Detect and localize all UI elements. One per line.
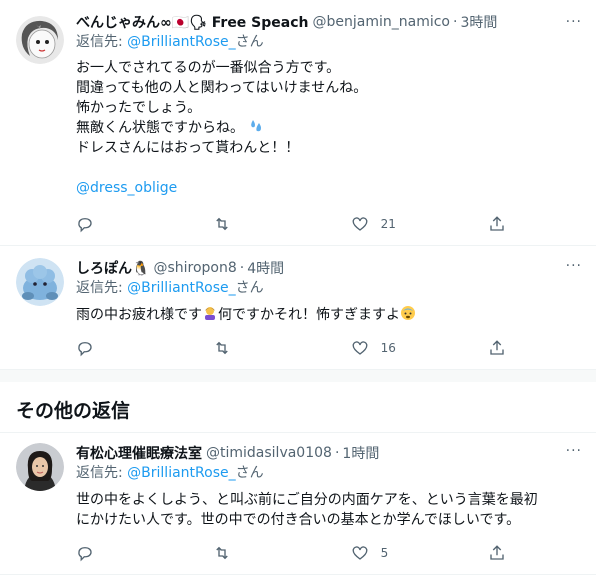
like-button[interactable]: 5 bbox=[351, 544, 441, 562]
timestamp[interactable]: 3時間 bbox=[460, 12, 497, 32]
tweet-text-line: 怖かったでしょう。 bbox=[76, 100, 202, 116]
divider bbox=[0, 245, 596, 246]
share-icon bbox=[490, 340, 504, 355]
share-button[interactable] bbox=[488, 215, 506, 233]
anxious-face-icon bbox=[401, 306, 415, 320]
reply-to-prefix: 返信先: bbox=[76, 34, 128, 50]
reply-icon bbox=[78, 547, 92, 562]
reply-to-line: 返信先: @BrilliantRose_さん bbox=[76, 278, 580, 298]
reply-to-prefix: 返信先: bbox=[76, 280, 128, 296]
heart-icon bbox=[352, 341, 368, 355]
like-button[interactable]: 21 bbox=[351, 215, 441, 233]
avatar[interactable] bbox=[16, 258, 64, 306]
retweet-icon bbox=[216, 217, 229, 231]
retweet-button[interactable] bbox=[213, 544, 303, 562]
reply-to-mention[interactable]: @BrilliantRose_ bbox=[127, 34, 235, 50]
like-count: 5 bbox=[380, 546, 389, 560]
tweet-actions: 5 bbox=[76, 544, 506, 562]
user-handle[interactable]: @benjamin_namico bbox=[313, 14, 450, 30]
reply-to-suffix: さん bbox=[235, 34, 264, 50]
section-gap bbox=[0, 370, 596, 382]
heart-icon bbox=[352, 546, 368, 560]
tweet-actions: 21 bbox=[76, 215, 506, 233]
avatar-illustration-icon bbox=[16, 258, 64, 306]
timestamp[interactable]: 1時間 bbox=[342, 443, 379, 463]
reply-button[interactable] bbox=[76, 215, 166, 233]
share-icon bbox=[490, 545, 504, 560]
section-title: その他の返信 bbox=[16, 400, 131, 422]
mention-link[interactable]: @dress_oblige bbox=[76, 178, 580, 198]
reply-to-mention[interactable]: @BrilliantRose_ bbox=[127, 280, 235, 296]
tweet-text-line: お一人でされてるのが一番似合う方です。 bbox=[76, 60, 341, 76]
tweet-actions: 16 bbox=[76, 339, 506, 357]
timestamp[interactable]: 4時間 bbox=[247, 258, 284, 278]
tweet-header: べんじゃみん∞🇯🇵🗣 Free Speach @benjamin_namico … bbox=[76, 12, 580, 32]
reply-to-prefix: 返信先: bbox=[76, 465, 128, 481]
display-name[interactable]: しろぽん🐧 bbox=[76, 258, 149, 278]
separator-dot: · bbox=[239, 260, 245, 276]
display-name[interactable]: べんじゃみん∞🇯🇵🗣 Free Speach bbox=[76, 12, 309, 32]
reply-to-suffix: さん bbox=[235, 280, 264, 296]
divider bbox=[0, 432, 596, 433]
avatar-photo-icon bbox=[16, 443, 64, 491]
avatar[interactable] bbox=[16, 16, 64, 64]
share-button[interactable] bbox=[488, 544, 506, 562]
reply-button[interactable] bbox=[76, 544, 166, 562]
tweet-header: 有松心理催眠療法室 @timidasilva0108 · 1時間 bbox=[76, 443, 580, 463]
sweat-droplets-icon bbox=[251, 120, 262, 132]
tweet-text-segment: 何ですかそれ！怖すぎますよ bbox=[218, 307, 400, 323]
reply-icon bbox=[78, 342, 92, 357]
tweet-text: 世の中をよくしよう、と叫ぶ前にご自分の内面ケアを、という言葉を最初 にかけたい人… bbox=[76, 490, 580, 530]
like-count: 21 bbox=[380, 217, 396, 231]
tweet-text-line: ドレスさんにはおって貰わんと！！ bbox=[76, 140, 300, 156]
reply-to-line: 返信先: @BrilliantRose_さん bbox=[76, 32, 580, 52]
tweet-text-line: 世の中をよくしよう、と叫ぶ前にご自分の内面ケアを、という言葉を最初 bbox=[76, 492, 538, 508]
share-button[interactable] bbox=[488, 339, 506, 357]
reply-to-line: 返信先: @BrilliantRose_さん bbox=[76, 463, 580, 483]
tweet-text-line: 間違っても他の人と関わってはいけませんね。 bbox=[76, 80, 368, 96]
tweet-header: しろぽん🐧 @shiropon8 · 4時間 bbox=[76, 258, 580, 278]
heart-icon bbox=[352, 217, 368, 231]
user-handle[interactable]: @timidasilva0108 bbox=[206, 445, 332, 461]
separator-dot: · bbox=[452, 14, 458, 30]
share-icon bbox=[490, 216, 504, 231]
tweet-text-line: にかけたい人です。世の中での付き合いの基本とか学んでほしいです。 bbox=[76, 512, 521, 528]
reply-icon bbox=[78, 218, 92, 233]
tweet-text-segment: 無敵くん状態ですからね。 bbox=[76, 120, 244, 136]
like-count: 16 bbox=[380, 341, 396, 355]
bowing-person-icon bbox=[205, 307, 215, 320]
tweet-text: お一人でされてるのが一番似合う方です。 間違っても他の人と関わってはいけませんね… bbox=[76, 58, 580, 198]
tweet-text-segment: 雨の中お疲れ様です bbox=[76, 307, 202, 323]
retweet-icon bbox=[216, 341, 229, 355]
reply-to-mention[interactable]: @BrilliantRose_ bbox=[127, 465, 235, 481]
avatar[interactable] bbox=[16, 443, 64, 491]
retweet-button[interactable] bbox=[213, 215, 303, 233]
reply-to-suffix: さん bbox=[235, 465, 264, 481]
user-handle[interactable]: @shiropon8 bbox=[153, 260, 236, 276]
tweet-text: 雨の中お疲れ様です 何ですかそれ！怖すぎますよ bbox=[76, 305, 580, 325]
reply-button[interactable] bbox=[76, 339, 166, 357]
display-name[interactable]: 有松心理催眠療法室 bbox=[76, 443, 202, 463]
separator-dot: · bbox=[334, 445, 340, 461]
avatar-illustration-icon bbox=[16, 16, 64, 64]
like-button[interactable]: 16 bbox=[351, 339, 441, 357]
retweet-icon bbox=[216, 546, 229, 560]
divider bbox=[0, 574, 596, 575]
tweet-text-line: 無敵くん状態ですからね。 bbox=[76, 118, 580, 138]
retweet-button[interactable] bbox=[213, 339, 303, 357]
